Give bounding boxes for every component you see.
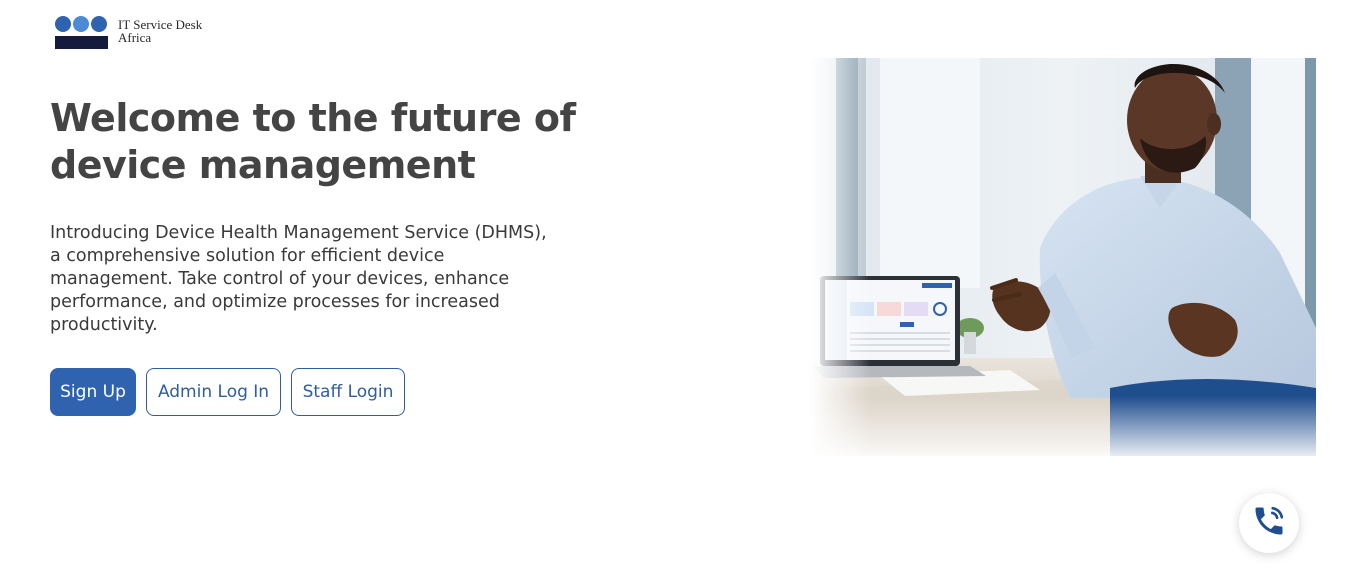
admin-login-button[interactable]: Admin Log In	[146, 368, 281, 416]
sign-up-button[interactable]: Sign Up	[50, 368, 136, 416]
brand-logo[interactable]: IT Service Desk Africa	[55, 16, 202, 50]
staff-login-button[interactable]: Staff Login	[291, 368, 405, 416]
logo-mark-icon	[55, 16, 109, 50]
auth-actions: Sign Up Admin Log In Staff Login	[50, 368, 405, 416]
hero-image	[810, 58, 1316, 456]
call-support-button[interactable]	[1239, 493, 1299, 553]
hero-description: Introducing Device Health Management Ser…	[50, 223, 547, 335]
phone-call-icon	[1251, 503, 1287, 543]
brand-name: IT Service Desk Africa	[118, 18, 202, 44]
brand-name-line2: Africa	[118, 30, 152, 45]
hero-title: Welcome to the future of device manageme…	[50, 96, 576, 187]
landing-page: IT Service Desk Africa Welcome to the fu…	[0, 0, 1346, 578]
